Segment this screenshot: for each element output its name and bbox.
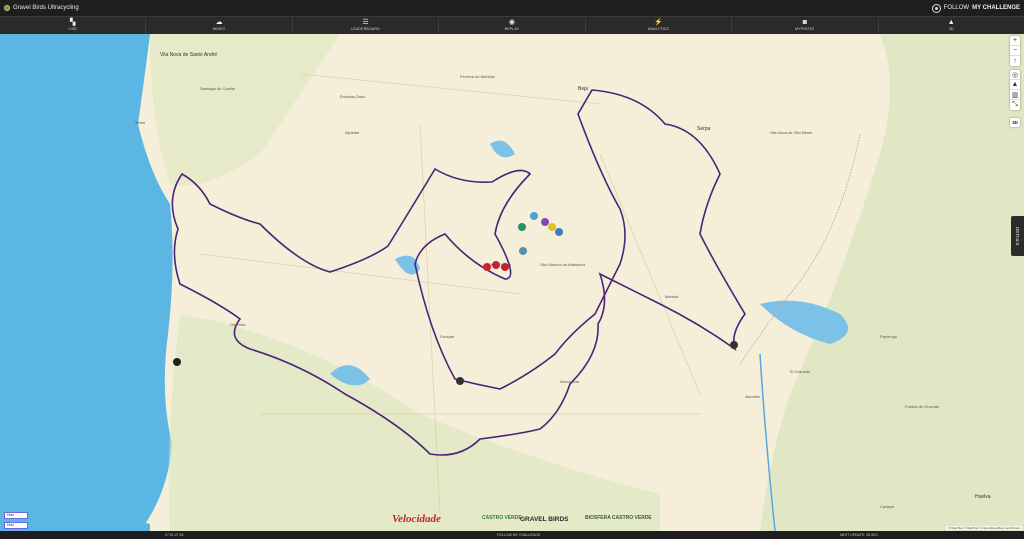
tab-myphoto[interactable]: ◙ MYPHOTO (732, 17, 879, 34)
compass-icon[interactable]: ↑ (1010, 56, 1020, 66)
rider-marker[interactable] (730, 341, 738, 349)
rider-marker[interactable] (555, 228, 563, 236)
place-label: El Granado (790, 369, 811, 374)
place-label: Vila Nova de São Bento (770, 130, 813, 135)
tab-live[interactable]: ▚ LIVE (0, 17, 147, 34)
brand-prefix: FOLLOW (943, 5, 970, 11)
zoom-controls: + − ↑ (1010, 36, 1020, 66)
brand-strong: MY CHALLENGE (972, 5, 1020, 11)
mini-control[interactable]: Hide (4, 512, 28, 519)
place-label: Mértola (665, 294, 679, 299)
place-label: Ermidas-Sado (340, 94, 366, 99)
place-label: Serpa (697, 126, 711, 132)
place-label: Ourique (440, 334, 455, 339)
app-title: Gravel Birds Ultracycling (13, 5, 79, 11)
sponsor-gravel-birds: GRAVEL BIRDS (520, 516, 569, 523)
brand-logo[interactable]: FOLLOW MY CHALLENGE (931, 3, 1020, 13)
place-label: Almodôvar (560, 379, 580, 384)
tab-windy[interactable]: ☁ WINDY (146, 17, 293, 34)
list-icon: ☰ (362, 19, 369, 26)
cloud-icon: ☁ (215, 19, 223, 26)
sponsor-biosfera: BIOSFERA CASTRO VERDE (585, 515, 652, 521)
sponsor-velocidade: Velocidade (392, 513, 441, 525)
status-bar: 07:01:27:18 FOLLOW MY CHALLENGE NEXT UPD… (0, 531, 1024, 539)
location-pin-icon (931, 3, 941, 13)
map-tools: ◎ ▲ ▥ ⤡ (1010, 70, 1020, 110)
elevation-icon[interactable]: ▥ (1010, 90, 1020, 100)
footer-brand[interactable]: FOLLOW MY CHALLENGE (497, 533, 540, 537)
terrain-icon[interactable]: ▲ (1010, 80, 1020, 90)
place-label: Huelva (975, 494, 991, 500)
tab-analytics[interactable]: ⚡ ANALYTICS (586, 17, 733, 34)
app-title-group: Gravel Birds Ultracycling (4, 5, 79, 11)
camera-icon: ◙ (802, 19, 807, 26)
place-label: São Marcos da Ataboeira (540, 262, 585, 267)
place-label: Beja (578, 86, 589, 92)
main-nav: ▚ LIVE ☁ WINDY ☰ LEADERBOARD ◉ REPLAY ⚡ ANALY… (0, 16, 1024, 34)
top-bar: Gravel Birds Ultracycling FOLLOW MY CHAL… (0, 0, 1024, 16)
next-update: NEXT UPDATE: 08 SEC (840, 533, 879, 537)
place-label: Castro Verde (488, 262, 512, 267)
elapsed-time: 07:01:27:18 (165, 533, 184, 537)
zoom-in-button[interactable]: + (1010, 36, 1020, 46)
rider-marker[interactable] (173, 358, 181, 366)
place-label: Sines (135, 120, 146, 125)
details-tab[interactable]: DETAILS (1011, 216, 1024, 256)
mountain-icon: ▲ (947, 19, 955, 26)
tab-3d[interactable]: ▲ 3D (879, 17, 1024, 34)
place-label: Vila Nova de Santo André (160, 52, 218, 58)
place-label: Alcoutim (745, 394, 761, 399)
rider-marker[interactable] (518, 223, 526, 231)
app-logo-icon (4, 5, 10, 11)
map-view[interactable]: Vila Nova de Santo André Sines Santiago … (0, 34, 1024, 531)
place-label: Odemira (230, 322, 246, 327)
map-icon: ▚ (70, 19, 76, 26)
rider-marker[interactable] (456, 377, 464, 385)
3d-toggle-button[interactable]: 3D (1010, 118, 1020, 127)
place-label: Santiago do Cacém (200, 86, 236, 91)
replay-icon: ◉ (508, 19, 516, 26)
place-label: Paymogo (880, 334, 897, 339)
map-attribution[interactable]: © MapTiler © MapTiler © OpenStreetMap co… (946, 526, 1022, 530)
mini-control[interactable]: Hide (4, 522, 28, 529)
rider-marker[interactable] (530, 212, 538, 220)
place-label: Puebla de Guzmán (905, 404, 940, 409)
tab-replay[interactable]: ◉ REPLAY (439, 17, 586, 34)
map-canvas[interactable] (0, 34, 1024, 531)
tab-leaderboard[interactable]: ☰ LEADERBOARD (293, 17, 440, 34)
zoom-out-button[interactable]: − (1010, 46, 1020, 56)
analytics-icon: ⚡ (654, 19, 663, 26)
locate-icon[interactable]: ◎ (1010, 70, 1020, 80)
place-label: Ferreira do Alentejo (460, 74, 495, 79)
rider-marker[interactable] (519, 247, 527, 255)
ruler-icon[interactable]: ⤡ (1010, 100, 1020, 110)
place-label: Cartaya (880, 504, 895, 509)
rider-marker[interactable] (548, 223, 556, 231)
place-label: Aljustrel (345, 130, 360, 135)
sponsor-castro-verde: CASTRO VERDE (482, 515, 522, 521)
rider-marker[interactable] (541, 218, 549, 226)
